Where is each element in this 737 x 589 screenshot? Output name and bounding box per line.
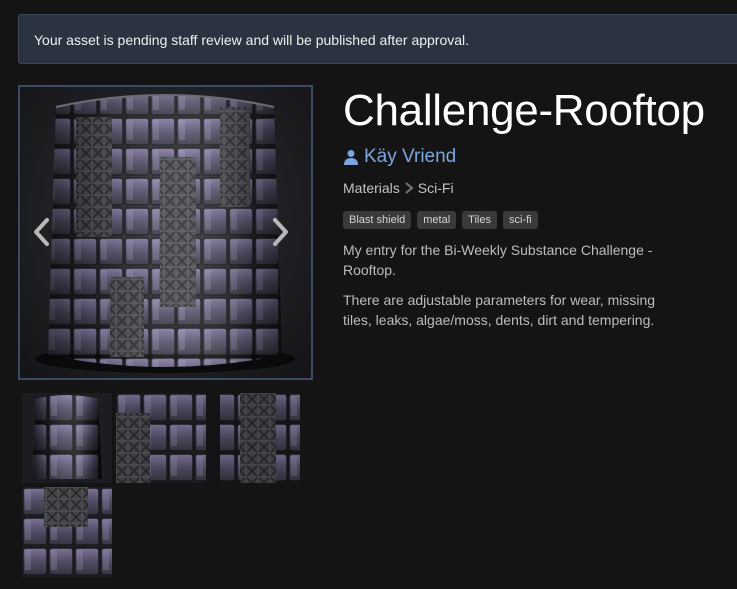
main-preview-image[interactable] [18,85,313,380]
breadcrumb-subcategory[interactable]: Sci-Fi [418,180,454,196]
tag-blast-shield[interactable]: Blast shield [343,211,412,229]
previous-image-button[interactable] [32,217,60,257]
next-image-button[interactable] [270,217,298,257]
asset-description: My entry for the Bi-Weekly Substance Cha… [343,240,673,340]
tag-metal[interactable]: metal [417,211,457,229]
description-paragraph: There are adjustable parameters for wear… [343,292,656,328]
tag-tiles[interactable]: Tiles [462,211,497,229]
author-link[interactable]: Käy Vriend [343,146,456,168]
author-name: Käy Vriend [364,146,457,167]
chevron-right-icon [273,218,288,246]
asset-title: Challenge-Rooftop [343,86,705,135]
tile-cylinder-render [35,94,295,373]
tag-sci-fi[interactable]: sci-fi [503,211,538,229]
chevron-right-icon [405,182,414,194]
breadcrumb-category[interactable]: Materials [343,180,400,196]
thumbnail-3[interactable] [210,393,300,483]
thumbnail-2[interactable] [116,393,206,483]
tag-list: Blast shield metal Tiles sci-fi [343,211,538,229]
thumbnail-4[interactable] [22,487,112,577]
description-paragraph: My entry for the Bi-Weekly Substance Cha… [343,242,653,278]
notice-text: Your asset is pending staff review and w… [34,32,470,48]
user-icon [344,150,358,165]
thumbnail-gallery [22,393,306,583]
thumbnail-1[interactable] [22,393,112,483]
chevron-left-icon [34,218,49,246]
pending-review-notice: Your asset is pending staff review and w… [18,14,737,64]
breadcrumb: Materials Sci-Fi [343,180,454,196]
